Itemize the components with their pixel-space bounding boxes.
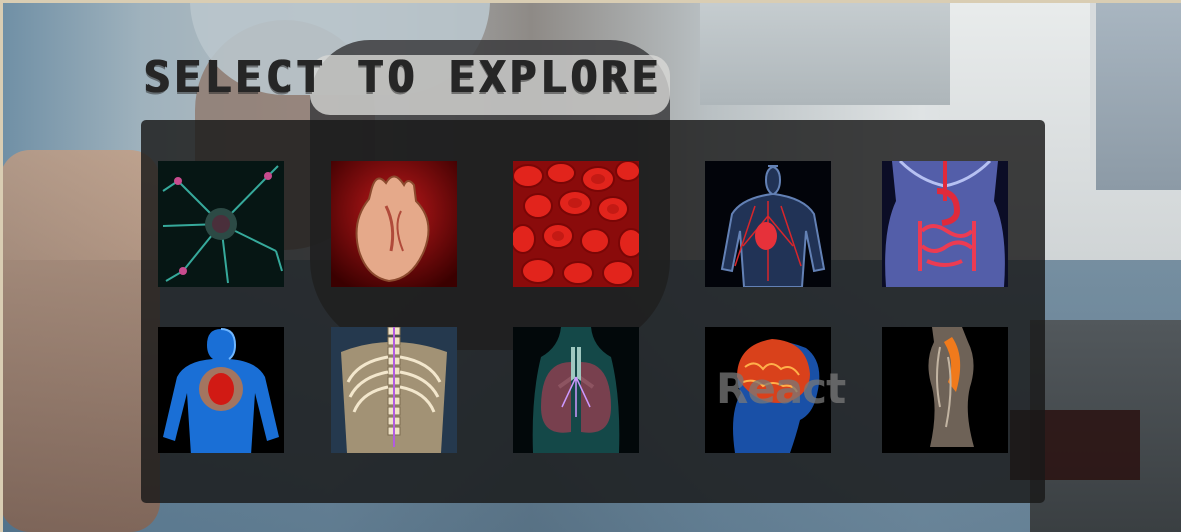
tile-human-heart-body[interactable] — [158, 327, 284, 453]
lungs-icon — [513, 327, 639, 453]
tile-digestive-system[interactable] — [882, 161, 1008, 287]
heart-anatomy-icon — [331, 161, 457, 287]
brain-icon — [705, 327, 831, 453]
neuron-icon — [158, 161, 284, 287]
tile-neuron[interactable] — [158, 161, 284, 287]
tile-brain[interactable] — [705, 327, 831, 453]
tile-blood-cells[interactable] — [513, 161, 639, 287]
tile-circulatory-system[interactable] — [705, 161, 831, 287]
page-title: SELECT TO EXPLORE — [143, 52, 662, 103]
body-heart-icon — [158, 327, 284, 453]
red-blood-cells-icon — [513, 161, 639, 287]
spine-skeleton-icon — [331, 327, 457, 453]
selection-panel — [141, 120, 1045, 503]
digestive-system-icon — [882, 161, 1008, 287]
tile-skeletal-system[interactable] — [331, 327, 457, 453]
tile-heart[interactable] — [331, 161, 457, 287]
tile-back-muscles[interactable] — [882, 327, 1008, 453]
tile-lungs[interactable] — [513, 327, 639, 453]
circulatory-system-icon — [705, 161, 831, 287]
back-muscles-icon — [882, 327, 1008, 453]
